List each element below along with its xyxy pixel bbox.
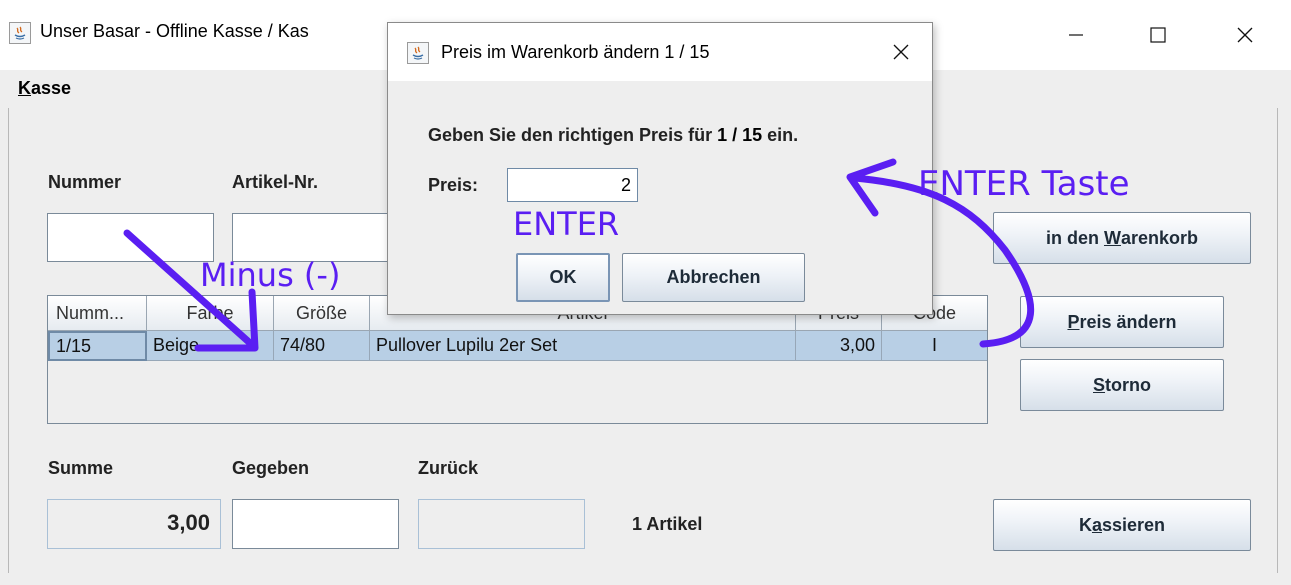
annotation-overlay — [123, 158, 1035, 352]
annotation-enter: ENTER — [513, 205, 620, 243]
annotation-minus: Minus (-) — [200, 256, 341, 294]
annotation-enter-taste: ENTER Taste — [918, 164, 1130, 204]
